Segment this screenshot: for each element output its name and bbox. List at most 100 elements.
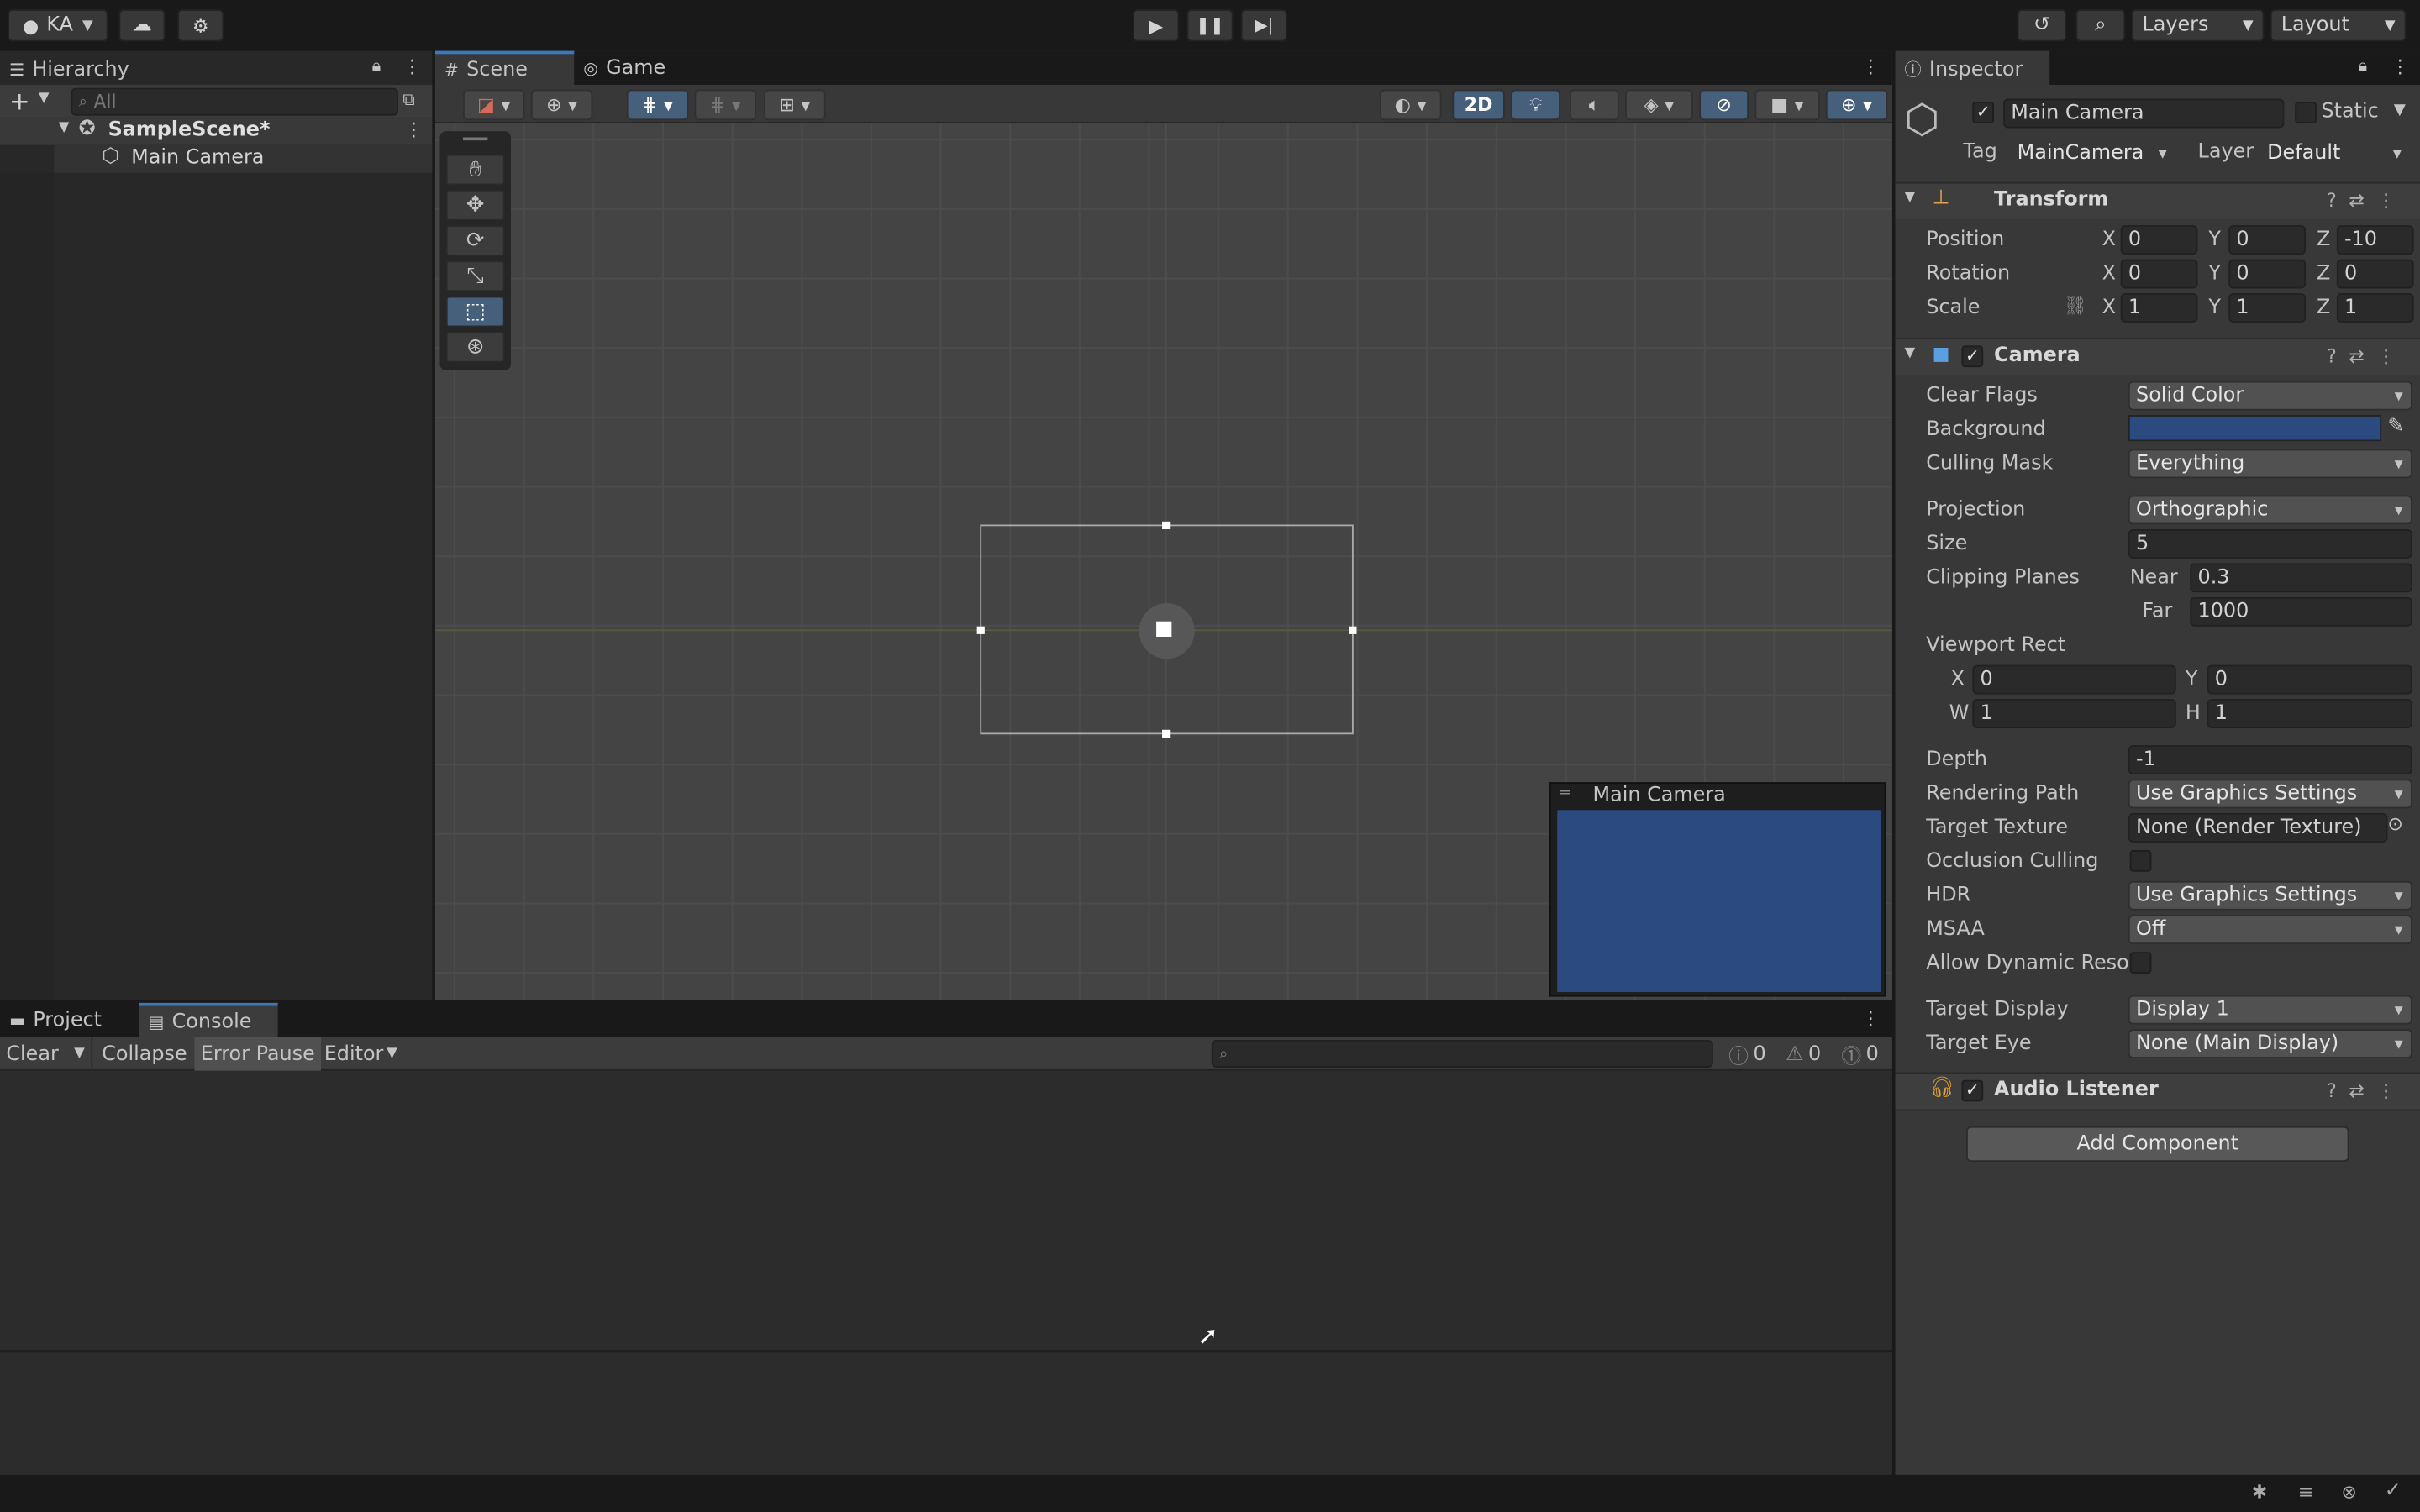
component-header-icons[interactable]: ?⇄⋮: [2327, 190, 2407, 212]
orientation-dropdown[interactable]: ⊕ ▼: [530, 89, 593, 121]
expand-arrow-icon[interactable]: ▼: [1905, 190, 1916, 205]
effects-dropdown[interactable]: ◈ ▼: [1625, 89, 1693, 121]
error-filter-toggle[interactable]: ⓵ 0: [1835, 1037, 1885, 1070]
increment-snap-toggle[interactable]: ⋕ ▼: [694, 89, 756, 121]
kebab-menu-icon[interactable]: ⋮: [1861, 55, 1880, 77]
component-header-icons[interactable]: ?⇄⋮: [2327, 1080, 2407, 1102]
msaa-dropdown[interactable]: Off: [2128, 915, 2412, 945]
camera-gizmo[interactable]: ■: [1139, 603, 1195, 659]
info-filter-toggle[interactable]: ⓘ 0: [1723, 1037, 1772, 1070]
far-input[interactable]: 1000: [2190, 596, 2412, 627]
lock-icon[interactable]: 🔒︎: [2359, 55, 2368, 77]
camera-enabled-checkbox[interactable]: ✓: [1961, 345, 1984, 368]
target-texture-field[interactable]: None (Render Texture): [2128, 812, 2388, 843]
network-icon[interactable]: ⊗: [2341, 1481, 2356, 1503]
add-icon[interactable]: +: [9, 87, 30, 116]
hdr-dropdown[interactable]: Use Graphics Settings: [2128, 880, 2412, 911]
move-tool-button[interactable]: ✥: [445, 189, 505, 221]
target-eye-dropdown[interactable]: None (Main Display): [2128, 1029, 2412, 1058]
check-circle-icon[interactable]: ✓: [2385, 1479, 2402, 1503]
depth-input[interactable]: -1: [2128, 745, 2412, 775]
add-component-button[interactable]: Add Component: [1966, 1126, 2349, 1163]
tab-console[interactable]: ▤ Console: [139, 1002, 278, 1037]
eyedropper-icon[interactable]: ✎: [2387, 415, 2404, 438]
drag-handle-icon[interactable]: ═: [1560, 785, 1570, 802]
layer-dropdown[interactable]: Default: [2259, 139, 2411, 169]
culling-mask-dropdown[interactable]: Everything: [2128, 449, 2412, 479]
viewport-y-input[interactable]: 0: [2207, 664, 2412, 695]
tab-project[interactable]: ▬ Project: [0, 1003, 139, 1037]
console-search-input[interactable]: ⌕: [1211, 1039, 1713, 1068]
projection-dropdown[interactable]: Orthographic: [2128, 495, 2412, 525]
occlusion-culling-checkbox[interactable]: [2129, 850, 2152, 872]
static-checkbox[interactable]: [2295, 102, 2317, 123]
stack-icon[interactable]: ≡: [2298, 1481, 2313, 1503]
kebab-menu-icon[interactable]: ⋮: [2391, 55, 2409, 77]
object-name-input[interactable]: Main Camera: [2003, 98, 2285, 129]
tag-dropdown[interactable]: MainCamera: [2009, 139, 2176, 169]
bug-icon[interactable]: ✱: [2252, 1481, 2267, 1503]
play-button[interactable]: ▶: [1133, 9, 1180, 42]
link-icon[interactable]: ⛓: [2064, 295, 2087, 317]
console-detail-area[interactable]: [0, 1352, 1892, 1475]
audio-toggle[interactable]: 🔈︎: [1569, 89, 1619, 121]
position-z-input[interactable]: -10: [2336, 225, 2414, 255]
rect-handle-bottom[interactable]: [1162, 729, 1171, 738]
rect-handle-top[interactable]: [1162, 521, 1171, 529]
error-pause-toggle[interactable]: Error Pause: [194, 1037, 322, 1071]
hierarchy-search-input[interactable]: ⌕ All: [71, 87, 398, 116]
scale-z-input[interactable]: 1: [2336, 292, 2414, 323]
scene-visibility-toggle[interactable]: ⊘: [1699, 89, 1749, 121]
grid-snap-toggle[interactable]: ⋕ ▼: [626, 89, 689, 121]
collab-button[interactable]: ⚙: [177, 9, 224, 42]
pause-button[interactable]: ❚❚: [1186, 9, 1234, 42]
layout-dropdown[interactable]: Layout ▼: [2270, 9, 2407, 42]
kebab-menu-icon[interactable]: ⋮: [402, 55, 421, 77]
viewport-x-input[interactable]: 0: [1972, 664, 2176, 695]
editor-dropdown[interactable]: Editor ▼: [318, 1037, 403, 1070]
object-picker-icon[interactable]: ⊙: [2387, 813, 2402, 835]
gizmos-dropdown[interactable]: ⊕ ▼: [1825, 89, 1888, 121]
scale-x-input[interactable]: 1: [2120, 292, 2198, 323]
account-dropdown[interactable]: ● KA ▼: [8, 9, 108, 42]
rotation-y-input[interactable]: 0: [2228, 259, 2307, 289]
clear-button[interactable]: Clear ▼: [0, 1037, 93, 1071]
transform-tool-button[interactable]: ⊛: [445, 331, 505, 363]
grid-settings-dropdown[interactable]: ⊞ ▼: [764, 89, 826, 121]
rect-handle-right[interactable]: [1349, 626, 1357, 634]
cloud-button[interactable]: ☁: [118, 9, 166, 42]
rect-tool-button[interactable]: ⬚: [445, 296, 505, 328]
chevron-down-icon[interactable]: ▼: [2394, 102, 2406, 118]
hand-tool-button[interactable]: ✋︎: [445, 154, 505, 186]
chevron-down-icon[interactable]: ▼: [39, 91, 50, 106]
active-checkbox[interactable]: ✓: [1972, 102, 1995, 123]
rendering-path-dropdown[interactable]: Use Graphics Settings: [2128, 779, 2412, 809]
tab-hierarchy[interactable]: ☰ Hierarchy: [0, 50, 433, 86]
collapse-toggle[interactable]: Collapse: [96, 1037, 193, 1070]
scale-tool-button[interactable]: ⤡: [445, 260, 505, 292]
2d-mode-toggle[interactable]: 2D: [1452, 89, 1505, 121]
palette-drag-handle[interactable]: [463, 137, 488, 141]
audio-listener-header[interactable]: 🎧︎ ✓ Audio Listener ?⇄⋮: [1895, 1072, 2420, 1110]
console-log-list[interactable]: [0, 1070, 1892, 1352]
camera-preview[interactable]: ═ Main Camera: [1549, 782, 1886, 997]
hierarchy-item[interactable]: ⬡ Main Camera: [54, 144, 433, 173]
rect-handle-left[interactable]: [976, 626, 985, 634]
audio-listener-checkbox[interactable]: ✓: [1961, 1079, 1984, 1102]
kebab-menu-icon[interactable]: ⋮: [1861, 1007, 1880, 1029]
transform-header[interactable]: ▼ ⊥ Transform ?⇄⋮: [1895, 181, 2420, 219]
target-display-dropdown[interactable]: Display 1: [2128, 995, 2412, 1025]
lighting-toggle[interactable]: 💡︎: [1511, 89, 1560, 121]
clear-flags-dropdown[interactable]: Solid Color: [2128, 381, 2412, 411]
near-input[interactable]: 0.3: [2190, 563, 2412, 593]
kebab-menu-icon[interactable]: ⋮: [404, 118, 423, 140]
dynamic-resolution-checkbox[interactable]: [2129, 952, 2152, 974]
scale-y-input[interactable]: 1: [2228, 292, 2307, 323]
viewport-h-input[interactable]: 1: [2207, 699, 2412, 728]
tab-game[interactable]: ◎ Game: [574, 51, 685, 85]
draw-mode-dropdown[interactable]: ◪ ▼: [463, 89, 525, 121]
background-color-field[interactable]: [2128, 415, 2382, 442]
rotation-x-input[interactable]: 0: [2120, 259, 2198, 289]
scene-visibility-icon[interactable]: ⧉: [402, 90, 414, 112]
camera-settings-dropdown[interactable]: ■ ▼: [1754, 89, 1820, 121]
